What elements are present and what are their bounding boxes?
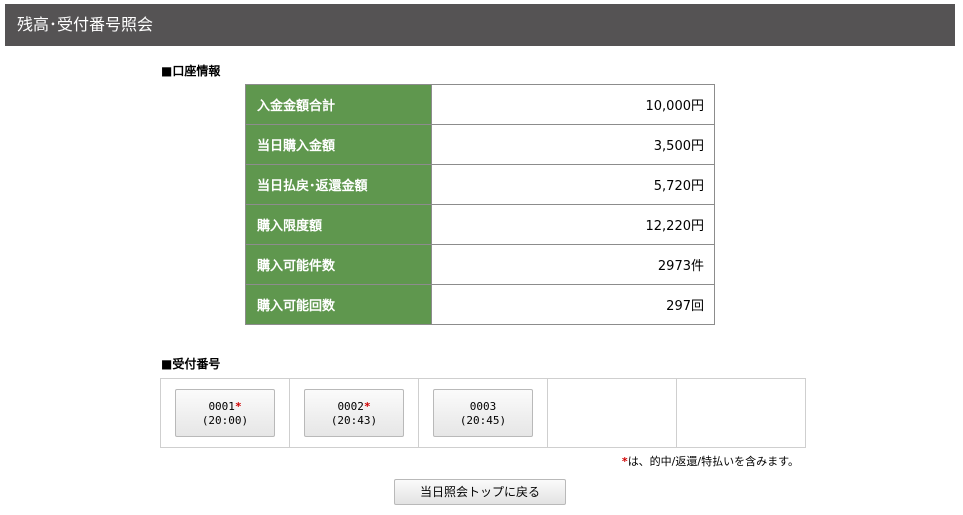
receipt-mark: * — [234, 400, 242, 413]
receipt-mark: * — [363, 400, 371, 413]
receipt-time: (20:43) — [330, 414, 378, 427]
purchasable-count-label: 購入可能件数 — [245, 244, 432, 285]
receipt-section-label: ■受付番号 — [161, 357, 221, 371]
account-section-label: ■口座情報 — [161, 64, 221, 78]
receipt-note: *は、的中/返還/特払いを含みます。 — [622, 453, 799, 469]
back-to-top-button[interactable]: 当日照会トップに戻る — [394, 479, 566, 505]
table-row: 購入可能件数 2973件 — [245, 244, 715, 285]
page-title: 残高･受付番号照会 — [17, 15, 154, 34]
receipt-cell: 0003 (20:45) — [418, 378, 548, 448]
receipt-number-grid: 0001* (20:00) 0002* (20:43) 0003 (20:45) — [160, 378, 806, 448]
purchase-limit-value: 12,220円 — [431, 204, 715, 245]
note-text: は、的中/返還/特払いを含みます。 — [627, 455, 799, 468]
page-header: 残高･受付番号照会 — [5, 4, 955, 46]
receipt-time: (20:45) — [459, 414, 507, 427]
receipt-cell-empty — [547, 378, 677, 448]
receipt-number: 0003 — [469, 400, 497, 413]
table-row: 購入可能回数 297回 — [245, 284, 715, 325]
receipt-number: 0001 — [208, 400, 235, 413]
table-row: 入金金額合計 10,000円 — [245, 84, 715, 125]
table-row: 当日払戻･返還金額 5,720円 — [245, 164, 715, 205]
account-info-table: 入金金額合計 10,000円 当日購入金額 3,500円 当日払戻･返還金額 5… — [245, 84, 715, 325]
purchasable-count-value: 2973件 — [431, 244, 715, 285]
receipt-button-2[interactable]: 0002* (20:43) — [304, 389, 404, 437]
today-purchase-label: 当日購入金額 — [245, 124, 432, 165]
deposit-total-label: 入金金額合計 — [245, 84, 432, 125]
table-row: 購入限度額 12,220円 — [245, 204, 715, 245]
receipt-cell: 0001* (20:00) — [160, 378, 290, 448]
purchasable-times-value: 297回 — [431, 284, 715, 325]
today-purchase-value: 3,500円 — [431, 124, 715, 165]
receipt-time: (20:00) — [201, 414, 249, 427]
table-row: 当日購入金額 3,500円 — [245, 124, 715, 165]
table-row: 0001* (20:00) 0002* (20:43) 0003 (20:45) — [160, 378, 806, 448]
purchasable-times-label: 購入可能回数 — [245, 284, 432, 325]
purchase-limit-label: 購入限度額 — [245, 204, 432, 245]
receipt-button-1[interactable]: 0001* (20:00) — [175, 389, 275, 437]
receipt-cell: 0002* (20:43) — [289, 378, 419, 448]
receipt-number: 0002 — [337, 400, 364, 413]
receipt-cell-empty — [676, 378, 806, 448]
today-refund-label: 当日払戻･返還金額 — [245, 164, 432, 205]
receipt-button-3[interactable]: 0003 (20:45) — [433, 389, 533, 437]
today-refund-value: 5,720円 — [431, 164, 715, 205]
deposit-total-value: 10,000円 — [431, 84, 715, 125]
